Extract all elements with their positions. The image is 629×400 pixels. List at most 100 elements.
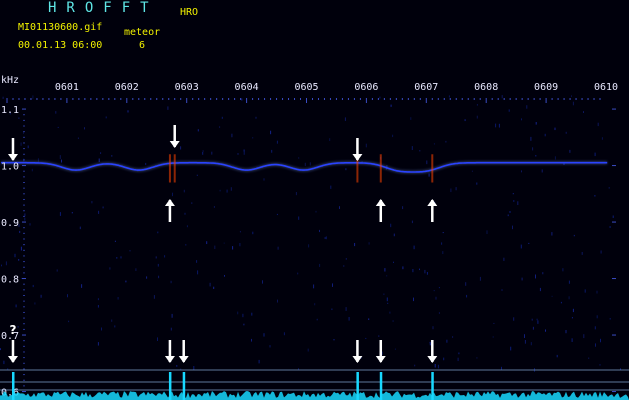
noise-speck: [433, 290, 435, 292]
noise-speck: [378, 335, 380, 337]
noise-speck: [304, 162, 306, 166]
noise-speck: [528, 242, 530, 244]
noise-speck: [120, 256, 122, 259]
noise-speck: [596, 290, 598, 294]
noise-speck: [297, 272, 299, 275]
noise-speck: [389, 311, 391, 314]
noise-speck: [476, 104, 478, 106]
noise-speck: [348, 317, 350, 321]
noise-speck: [111, 155, 113, 157]
noise-speck: [263, 178, 265, 181]
noise-speck: [15, 304, 17, 308]
noise-speck: [432, 326, 434, 330]
noise-speck: [196, 174, 198, 176]
arrow-head: [7, 356, 18, 363]
noise-speck: [270, 130, 272, 135]
noise-speck: [510, 346, 512, 351]
noise-speck: [428, 173, 430, 177]
noise-speck: [594, 195, 596, 197]
noise-speck: [313, 284, 315, 289]
noise-speck: [368, 318, 370, 321]
noise-speck: [583, 111, 584, 113]
noise-speck: [213, 286, 215, 289]
noise-speck: [464, 119, 466, 122]
meteor-markers: ?: [7, 125, 438, 363]
noise-speck: [501, 95, 503, 99]
y-tick-label: 1.0: [1, 162, 19, 173]
noise-speck: [568, 280, 570, 284]
noise-speck: [37, 158, 39, 162]
noise-speck: [493, 322, 495, 325]
noise-speck: [24, 217, 26, 221]
meteor-ping: [173, 154, 176, 183]
noise-speck: [315, 210, 317, 213]
noise-speck: [109, 267, 111, 270]
noise-speck: [223, 242, 225, 244]
noise-speck: [55, 111, 57, 114]
noise-speck: [536, 318, 538, 321]
noise-speck: [597, 122, 599, 127]
noise-speck: [441, 242, 443, 245]
noise-speck: [601, 137, 603, 140]
histogram-arrow: [178, 340, 189, 363]
noise-speck: [129, 250, 131, 252]
noise-speck: [167, 106, 169, 110]
noise-speck: [600, 250, 602, 254]
noise-speck: [434, 364, 436, 368]
noise-speck: [111, 319, 113, 322]
noise-speck: [426, 160, 428, 165]
noise-speck: [298, 216, 300, 220]
noise-speck: [402, 266, 404, 270]
noise-speck: [435, 296, 437, 300]
noise-speck: [214, 245, 216, 250]
noise-speck: [551, 295, 553, 297]
noise-speck: [239, 243, 241, 247]
noise-speck: [498, 123, 500, 128]
meteor-arrow-above: [169, 125, 180, 148]
noise-speck: [450, 188, 452, 193]
noise-speck: [196, 260, 198, 263]
noise-speck: [5, 261, 7, 266]
noise-speck: [379, 96, 381, 99]
noise-speck: [84, 127, 85, 130]
noise-speck: [309, 162, 311, 166]
noise-speck: [158, 275, 160, 279]
noise-speck: [513, 200, 515, 202]
uncertain-marker-label: ?: [10, 323, 17, 337]
noise-speck: [443, 357, 445, 361]
noise-speck: [157, 337, 158, 342]
noise-speck: [394, 348, 396, 350]
noise-speck: [539, 287, 541, 292]
noise-speck: [596, 315, 598, 319]
noise-speck: [572, 101, 574, 106]
histogram-spike: [11, 372, 15, 400]
noise-speck: [392, 320, 394, 322]
noise-speck: [277, 246, 279, 250]
noise-speck: [252, 137, 254, 139]
noise-speck: [524, 334, 525, 338]
noise-speck: [226, 189, 228, 193]
arrow-head: [352, 154, 363, 161]
arrow-head: [164, 356, 175, 363]
arrow-head: [7, 154, 18, 161]
carrier-signal: [1, 154, 608, 183]
x-tick-label: 0605: [294, 82, 318, 93]
noise-speck: [530, 136, 532, 141]
noise-speck: [59, 155, 61, 159]
noise-speck: [594, 326, 596, 330]
noise-speck: [197, 129, 199, 132]
histogram-arrow: [7, 340, 18, 363]
arrow-head: [375, 356, 386, 363]
noise-speck: [239, 231, 241, 233]
noise-speck: [145, 162, 147, 166]
noise-speck: [465, 282, 467, 286]
noise-speck: [237, 311, 239, 315]
noise-speck: [298, 157, 300, 159]
noise-speck: [114, 240, 116, 243]
noise-speck: [410, 117, 412, 120]
noise-speck: [429, 341, 431, 344]
meteor-ping: [168, 154, 171, 183]
noise-speck: [269, 345, 271, 348]
x-tick-label: 0601: [55, 82, 79, 93]
spectrogram-noise: [0, 95, 621, 372]
